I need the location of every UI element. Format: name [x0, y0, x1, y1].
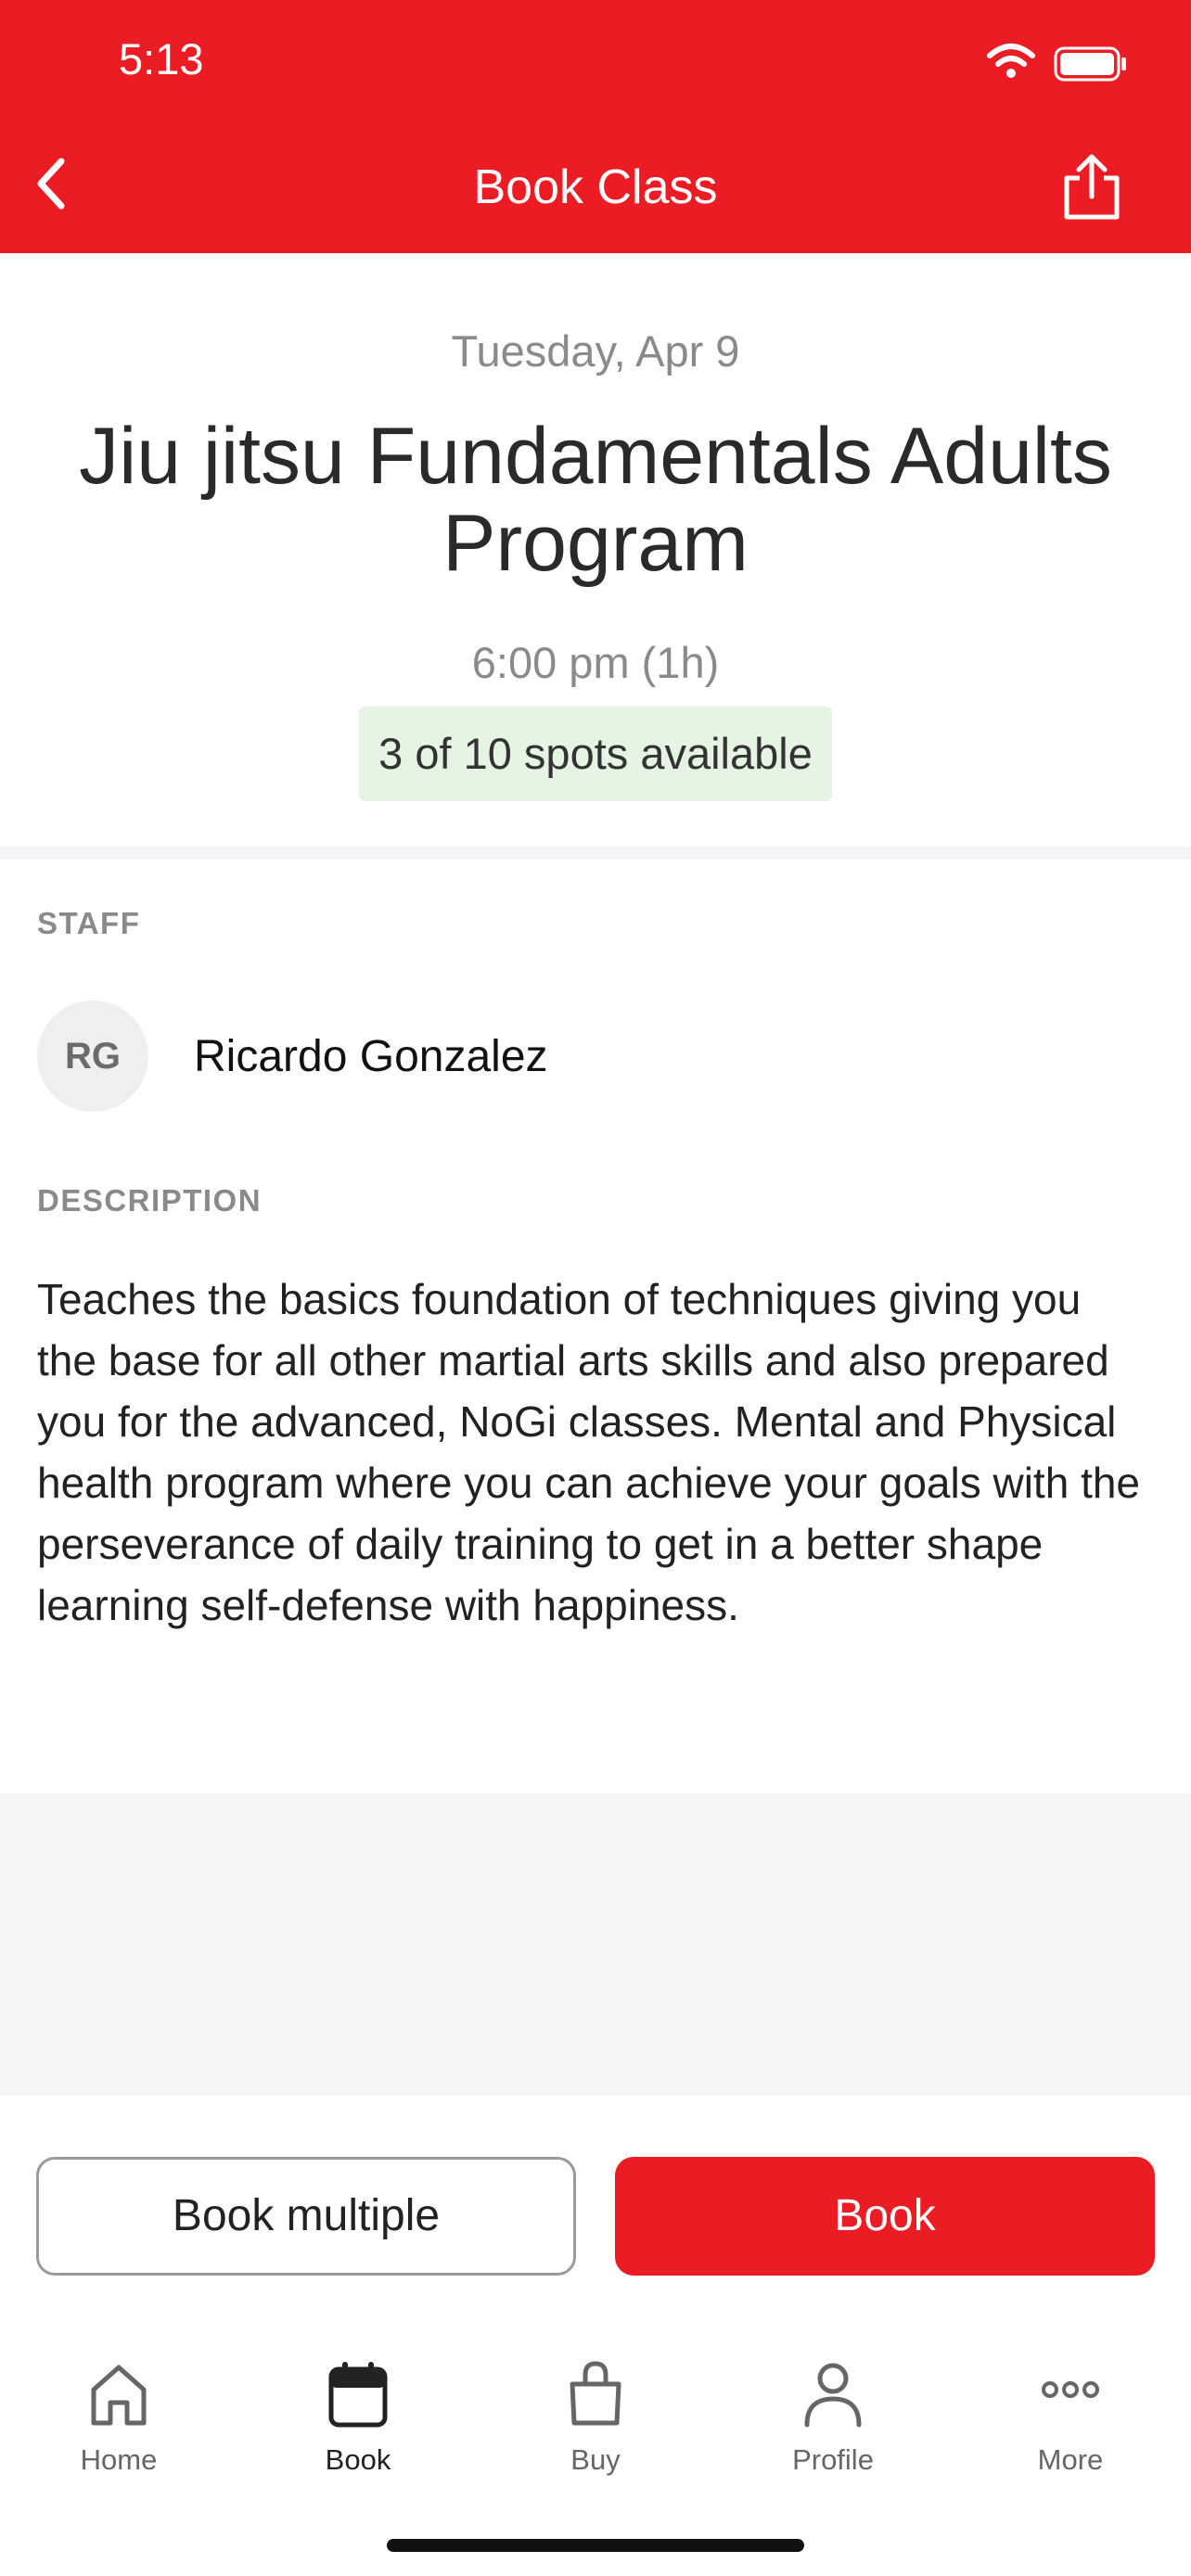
- class-title: Jiu jitsu Fundamentals Adults Program: [79, 412, 1112, 588]
- share-icon[interactable]: [1061, 154, 1122, 225]
- section-divider: [0, 847, 1191, 860]
- home-icon: [45, 2360, 193, 2429]
- class-info: Tuesday, Apr 9 Jiu jitsu Fundamentals Ad…: [0, 253, 1191, 847]
- class-time: 6:00 pm (1h): [471, 638, 720, 687]
- header-bar: 5:13 Book Class: [0, 0, 1191, 253]
- shopping-bag-icon: [521, 2360, 670, 2429]
- avatar: RG: [37, 1001, 148, 1112]
- wifi-icon: [987, 43, 1035, 84]
- tab-more-label: More: [1037, 2443, 1104, 2476]
- tab-book[interactable]: Book: [284, 2360, 432, 2477]
- tab-profile[interactable]: Profile: [759, 2360, 907, 2477]
- status-time: 5:13: [119, 34, 204, 83]
- staff-name[interactable]: Ricardo Gonzalez: [194, 1031, 548, 1082]
- tab-more[interactable]: More: [996, 2360, 1145, 2477]
- tab-buy[interactable]: Buy: [521, 2360, 670, 2477]
- class-date: Tuesday, Apr 9: [451, 326, 740, 376]
- empty-area: [0, 1793, 1191, 2096]
- tab-home-label: Home: [80, 2443, 158, 2476]
- spots-available-badge: 3 of 10 spots available: [359, 707, 832, 801]
- book-button[interactable]: Book: [615, 2157, 1155, 2276]
- tab-profile-label: Profile: [792, 2443, 874, 2476]
- tab-home[interactable]: Home: [45, 2360, 193, 2477]
- page-title: Book Class: [473, 160, 718, 214]
- description-section-label: DESCRIPTION: [37, 1183, 263, 1218]
- more-dots-icon: [996, 2360, 1145, 2429]
- tab-book-label: Book: [325, 2443, 391, 2476]
- person-icon: [759, 2360, 907, 2429]
- book-multiple-button[interactable]: Book multiple: [36, 2157, 576, 2276]
- class-description: Teaches the basics foundation of techniq…: [37, 1275, 1141, 1629]
- battery-icon: [1054, 46, 1128, 86]
- tab-buy-label: Buy: [570, 2443, 621, 2476]
- home-indicator: [387, 2539, 804, 2552]
- staff-section-label: STAFF: [37, 906, 141, 940]
- calendar-icon: [284, 2360, 432, 2429]
